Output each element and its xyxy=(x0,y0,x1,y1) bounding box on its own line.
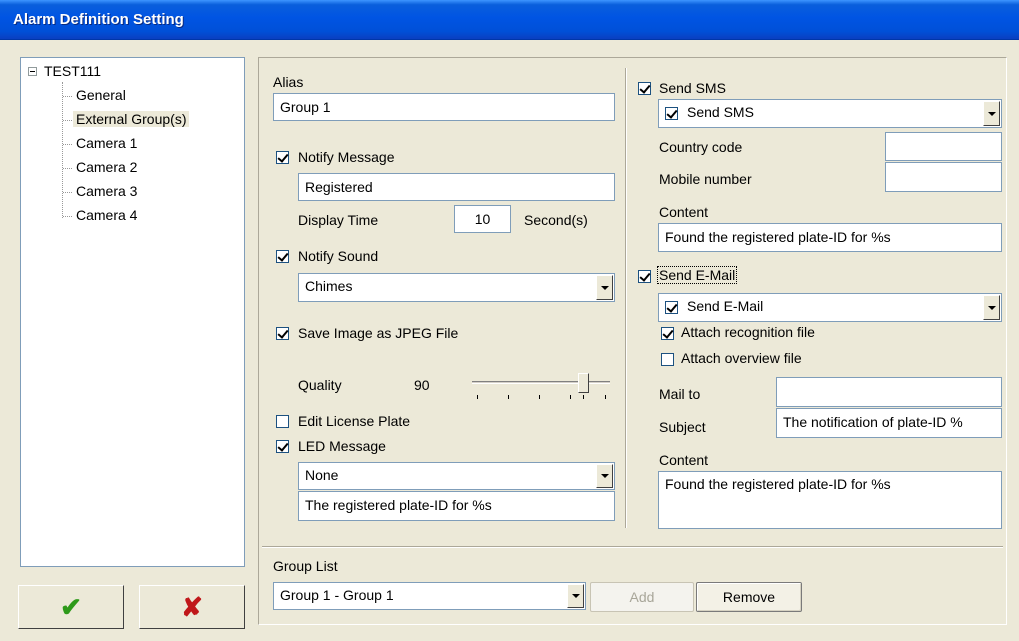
mail-to-label: Mail to xyxy=(659,386,701,402)
send-email-label: Send E-Mail xyxy=(657,266,738,284)
tree-item-camera-2[interactable]: Camera 2 xyxy=(76,159,137,175)
notify-message-label: Notify Message xyxy=(298,149,395,165)
quality-label: Quality xyxy=(298,377,342,393)
quality-value: 90 xyxy=(414,377,430,393)
cross-icon: ✘ xyxy=(181,592,203,622)
tree-item-camera-4[interactable]: Camera 4 xyxy=(76,207,137,223)
notify-sound-checkbox[interactable] xyxy=(276,250,289,263)
send-email-checkbox[interactable] xyxy=(638,270,651,283)
mail-to-input[interactable] xyxy=(776,377,1002,407)
send-email-combo-checkbox xyxy=(665,301,678,314)
chevron-down-icon[interactable] xyxy=(596,275,613,300)
title-bar[interactable]: Alarm Definition Setting xyxy=(0,0,1019,40)
chevron-down-icon[interactable] xyxy=(983,295,1000,320)
tree-item-camera-3[interactable]: Camera 3 xyxy=(76,183,137,199)
tree-root[interactable]: TEST111 xyxy=(44,63,101,79)
send-sms-combo-checkbox xyxy=(665,107,678,120)
add-button[interactable]: Add xyxy=(590,582,694,612)
subject-input[interactable]: The notification of plate-ID % xyxy=(776,408,1002,438)
send-sms-combo-value: Send SMS xyxy=(687,104,754,120)
send-sms-dropdown[interactable]: Send SMS xyxy=(658,99,1002,128)
bottom-divider xyxy=(262,546,1003,548)
email-content-textarea[interactable]: Found the registered plate-ID for %s xyxy=(658,471,1002,529)
alarm-definition-window: Alarm Definition Setting TEST111 General… xyxy=(0,0,1019,641)
country-code-input[interactable] xyxy=(885,132,1002,161)
chevron-down-icon[interactable] xyxy=(983,101,1000,126)
send-sms-checkbox[interactable] xyxy=(638,82,651,95)
notify-message-input[interactable]: Registered xyxy=(298,173,615,201)
mobile-number-label: Mobile number xyxy=(659,171,752,187)
notify-sound-label: Notify Sound xyxy=(298,248,379,264)
group-list-value: Group 1 - Group 1 xyxy=(280,587,394,603)
send-email-combo-value: Send E-Mail xyxy=(687,298,764,314)
led-message-checkbox[interactable] xyxy=(276,440,289,453)
alias-input[interactable]: Group 1 xyxy=(273,93,615,121)
edit-license-plate-checkbox[interactable] xyxy=(276,415,289,428)
attach-recognition-checkbox[interactable] xyxy=(661,327,674,340)
chevron-down-icon[interactable] xyxy=(596,464,613,488)
led-message-label: LED Message xyxy=(298,438,386,454)
group-list-dropdown[interactable]: Group 1 - Group 1 xyxy=(273,582,586,610)
notify-sound-value: Chimes xyxy=(305,278,353,294)
send-email-dropdown[interactable]: Send E-Mail xyxy=(658,293,1002,322)
tree-item-camera-1[interactable]: Camera 1 xyxy=(76,135,137,151)
notify-sound-dropdown[interactable]: Chimes xyxy=(298,273,615,302)
send-sms-label: Send SMS xyxy=(659,80,726,96)
quality-slider[interactable] xyxy=(472,373,612,403)
slider-thumb[interactable] xyxy=(578,373,589,393)
attach-overview-label: Attach overview file xyxy=(681,350,802,366)
ok-button[interactable]: ✔ xyxy=(18,585,124,629)
attach-overview-checkbox[interactable] xyxy=(661,353,674,366)
collapse-toggle-icon[interactable] xyxy=(28,67,37,76)
alias-label: Alias xyxy=(273,74,304,90)
led-message-dropdown[interactable]: None xyxy=(298,462,615,490)
attach-recognition-label: Attach recognition file xyxy=(681,324,815,340)
save-image-checkbox[interactable] xyxy=(276,327,289,340)
cancel-button[interactable]: ✘ xyxy=(139,585,245,629)
country-code-label: Country code xyxy=(659,139,743,155)
display-time-label: Display Time xyxy=(298,212,379,228)
sms-content-label: Content xyxy=(659,204,709,220)
window-title: Alarm Definition Setting xyxy=(13,11,184,28)
column-divider xyxy=(625,68,627,528)
display-time-input[interactable]: 10 xyxy=(454,205,511,233)
display-time-unit: Second(s) xyxy=(524,212,588,228)
checkmark-icon: ✔ xyxy=(60,592,82,622)
led-message-value: None xyxy=(305,467,339,483)
tree-item-external-groups[interactable]: External Group(s) xyxy=(73,111,190,127)
notify-message-checkbox[interactable] xyxy=(276,151,289,164)
mobile-number-input[interactable] xyxy=(885,162,1002,192)
remove-button[interactable]: Remove xyxy=(696,582,802,612)
camera-tree[interactable]: TEST111 General External Group(s) Camera… xyxy=(20,57,245,567)
chevron-down-icon[interactable] xyxy=(567,584,584,608)
group-list-label: Group List xyxy=(273,558,338,574)
save-image-label: Save Image as JPEG File xyxy=(298,325,459,341)
subject-label: Subject xyxy=(659,419,706,435)
led-message-text-input[interactable]: The registered plate-ID for %s xyxy=(298,491,615,521)
tree-item-general[interactable]: General xyxy=(76,87,126,103)
email-content-label: Content xyxy=(659,452,709,468)
edit-license-plate-label: Edit License Plate xyxy=(298,413,411,429)
sms-content-input[interactable]: Found the registered plate-ID for %s xyxy=(658,223,1002,252)
